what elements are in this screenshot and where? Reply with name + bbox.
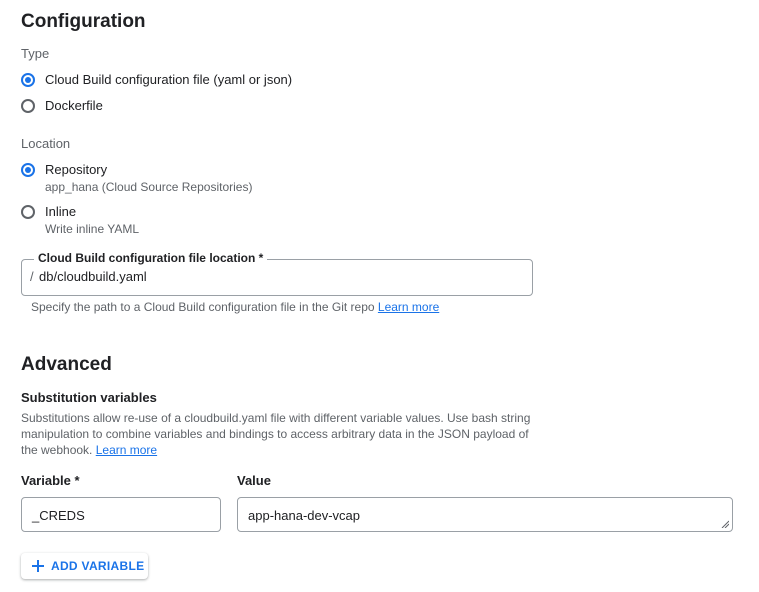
config-file-helper-text: Specify the path to a Cloud Build config… [31,300,375,314]
type-option-dockerfile[interactable]: Dockerfile [21,98,103,114]
variable-input[interactable]: _CREDS [21,497,221,532]
radio-unchecked-icon [21,205,35,219]
value-textarea[interactable]: app-hana-dev-vcap [237,497,733,532]
location-option-sub: app_hana (Cloud Source Repositories) [45,180,253,194]
location-option-inline[interactable]: Inline Write inline YAML [21,204,139,237]
config-file-location-input[interactable]: db/cloudbuild.yaml [39,269,147,284]
location-option-repository[interactable]: Repository app_hana (Cloud Source Reposi… [21,162,252,195]
radio-unchecked-icon [21,99,35,113]
substitution-variables-heading: Substitution variables [21,390,157,405]
substitution-description: Substitutions allow re-use of a cloudbui… [21,410,546,458]
configuration-heading: Configuration [21,11,146,32]
path-prefix: / [30,269,34,284]
config-file-location-label: Cloud Build configuration file location … [34,251,268,265]
advanced-heading: Advanced [21,354,112,375]
type-label: Type [21,46,50,61]
config-file-helper: Specify the path to a Cloud Build config… [31,300,439,314]
variable-input-value: _CREDS [32,508,85,523]
config-file-location-field[interactable]: Cloud Build configuration file location … [21,251,533,296]
learn-more-link[interactable]: Learn more [96,443,157,457]
radio-checked-icon [21,163,35,177]
add-variable-label: ADD VARIABLE [51,559,145,573]
type-option-label: Dockerfile [45,98,103,113]
type-option-cloud-build[interactable]: Cloud Build configuration file (yaml or … [21,72,292,88]
type-option-label: Cloud Build configuration file (yaml or … [45,72,293,87]
plus-icon [32,560,44,572]
location-option-label: Inline [45,204,77,219]
variable-column-label: Variable * [21,473,80,488]
radio-checked-icon [21,73,35,87]
resize-handle-icon[interactable] [721,520,729,528]
value-textarea-value: app-hana-dev-vcap [248,508,361,523]
location-option-sub: Write inline YAML [45,222,140,236]
learn-more-link[interactable]: Learn more [378,300,439,314]
value-column-label: Value [237,473,271,488]
location-option-label: Repository [45,162,108,177]
add-variable-button[interactable]: ADD VARIABLE [21,553,148,579]
location-label: Location [21,136,71,151]
